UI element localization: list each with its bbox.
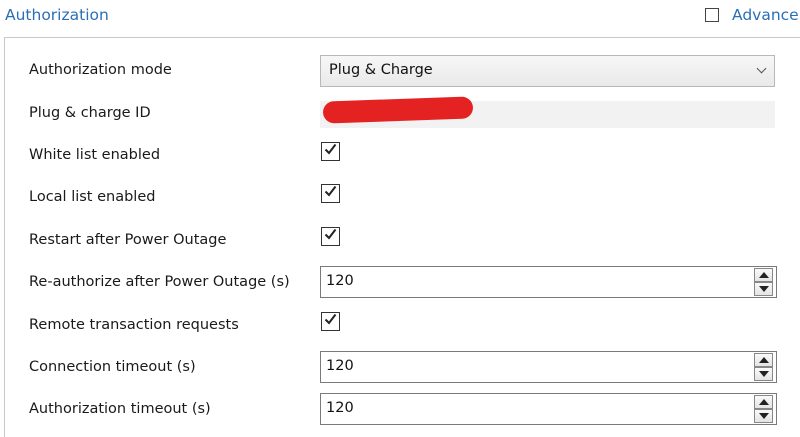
stepper-buttons	[754, 268, 773, 296]
stepper-buttons	[754, 395, 773, 423]
reauthorize-stepper[interactable]: 120	[320, 266, 777, 298]
arrow-down-icon	[759, 286, 769, 292]
plug-charge-id-field[interactable]	[320, 96, 775, 128]
remote-transaction-checkbox[interactable]	[321, 312, 340, 331]
white-list-label: White list enabled	[29, 147, 161, 163]
advanced-label[interactable]: Advance	[732, 6, 799, 24]
redaction-mark	[322, 96, 474, 124]
restart-after-outage-checkbox[interactable]	[321, 227, 340, 246]
increment-button[interactable]	[754, 395, 773, 409]
decrement-button[interactable]	[754, 367, 773, 381]
checkmark-icon	[324, 228, 337, 240]
plug-charge-id-label: Plug & charge ID	[29, 105, 151, 121]
authorization-mode-value: Plug & Charge	[329, 62, 433, 78]
white-list-checkbox[interactable]	[321, 142, 340, 161]
connection-timeout-stepper[interactable]: 120	[320, 351, 777, 383]
authorization-timeout-label: Authorization timeout (s)	[29, 401, 211, 417]
increment-button[interactable]	[754, 353, 773, 367]
arrow-down-icon	[759, 371, 769, 377]
arrow-up-icon	[759, 272, 769, 278]
checkmark-icon	[324, 143, 337, 155]
chevron-down-icon	[756, 63, 767, 74]
local-list-checkbox[interactable]	[321, 184, 340, 203]
stepper-buttons	[754, 353, 773, 381]
arrow-down-icon	[759, 413, 769, 419]
authorization-timeout-stepper[interactable]: 120	[320, 393, 777, 425]
checkmark-icon	[324, 313, 337, 325]
authorization-timeout-value: 120	[326, 400, 354, 416]
arrow-up-icon	[759, 357, 769, 363]
advanced-checkbox[interactable]	[705, 8, 719, 22]
section-title: Authorization	[5, 6, 109, 24]
decrement-button[interactable]	[754, 409, 773, 423]
connection-timeout-value: 120	[326, 358, 354, 374]
local-list-label: Local list enabled	[29, 189, 156, 205]
authorization-mode-label: Authorization mode	[29, 62, 172, 78]
authorization-mode-select[interactable]: Plug & Charge	[320, 55, 775, 87]
increment-button[interactable]	[754, 268, 773, 282]
section-header: Authorization Advance	[0, 0, 800, 34]
restart-after-outage-label: Restart after Power Outage	[29, 232, 227, 248]
remote-transaction-label: Remote transaction requests	[29, 317, 239, 333]
decrement-button[interactable]	[754, 282, 773, 296]
connection-timeout-label: Connection timeout (s)	[29, 359, 196, 375]
reauthorize-value: 120	[326, 273, 354, 289]
checkmark-icon	[324, 185, 337, 197]
reauthorize-label: Re-authorize after Power Outage (s)	[29, 274, 290, 290]
arrow-up-icon	[759, 399, 769, 405]
